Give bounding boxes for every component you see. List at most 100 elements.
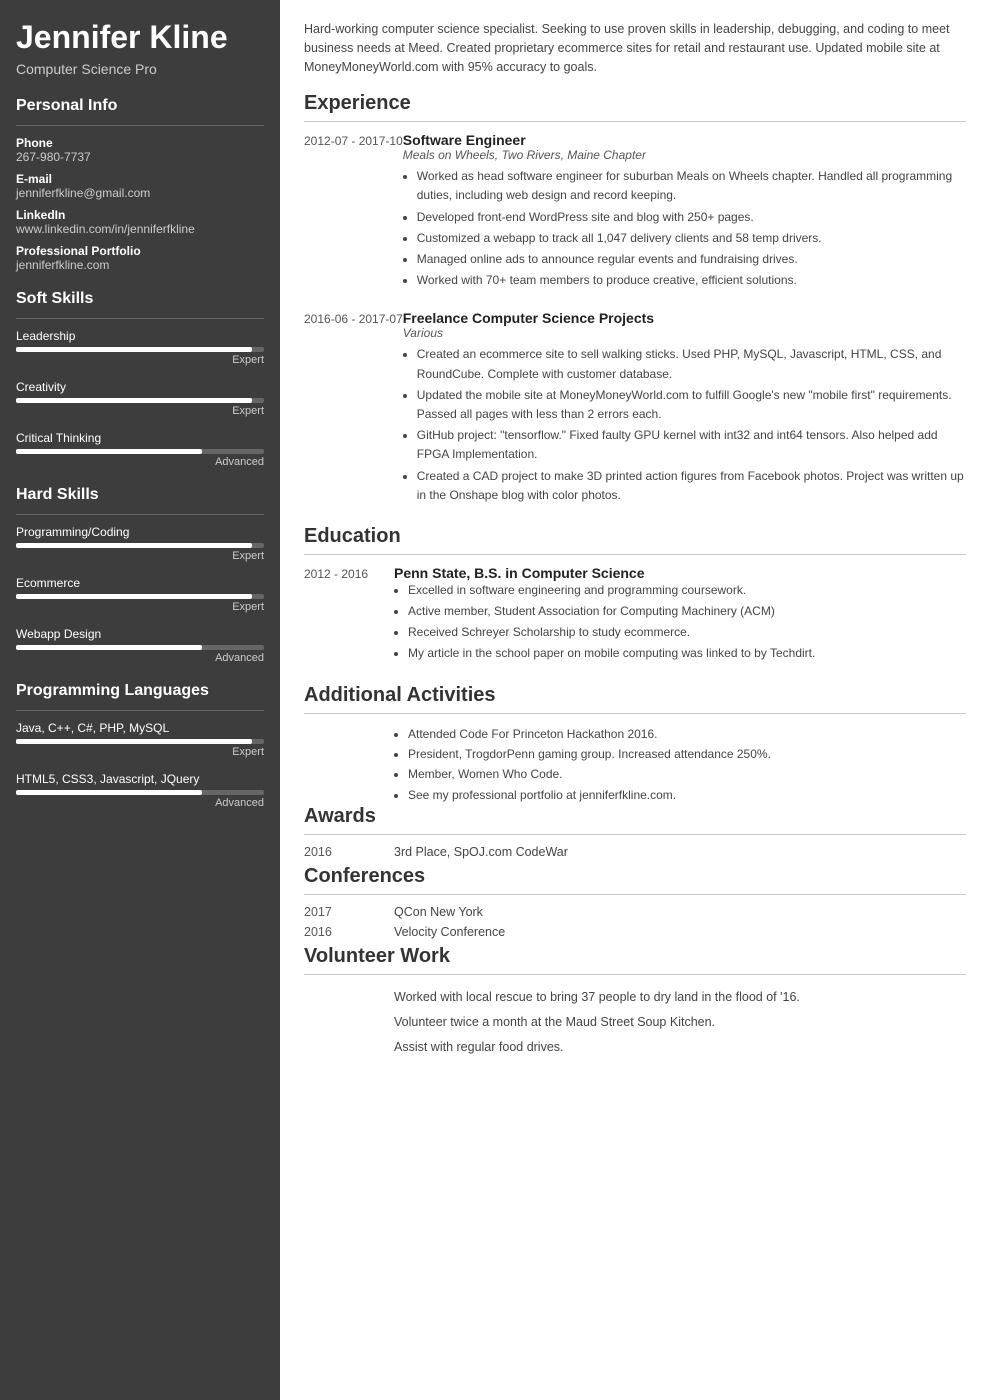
volunteer-text: Worked with local rescue to bring 37 peo… — [394, 985, 966, 1060]
skill-item: Creativity Expert — [16, 380, 264, 417]
skill-level: Expert — [16, 601, 264, 613]
skill-name: Java, C++, C#, PHP, MySQL — [16, 721, 264, 735]
bullet-item: Created a CAD project to make 3D printed… — [417, 467, 966, 505]
awards-title: Awards — [304, 805, 966, 828]
candidate-title: Computer Science Pro — [16, 61, 264, 77]
skill-item: Critical Thinking Advanced — [16, 431, 264, 468]
portfolio-label: Professional Portfolio — [16, 244, 264, 258]
entry-body: Freelance Computer Science Projects Vari… — [403, 310, 966, 507]
awards-divider — [304, 834, 966, 835]
awards-container: 2016 3rd Place, SpOJ.com CodeWar — [304, 845, 966, 859]
experience-entry: 2012-07 - 2017-10 Software Engineer Meal… — [304, 132, 966, 292]
entry-school: Penn State, B.S. in Computer Science — [394, 565, 966, 581]
bullet-item: Worked with 70+ team members to produce … — [417, 271, 966, 290]
soft-skills-title: Soft Skills — [16, 290, 264, 308]
skill-bar-bg — [16, 449, 264, 454]
entry-job-title: Software Engineer — [403, 132, 966, 148]
entry-bullets: Created an ecommerce site to sell walkin… — [403, 345, 966, 505]
skill-name: Programming/Coding — [16, 525, 264, 539]
conferences-container: 2017 QCon New York 2016 Velocity Confere… — [304, 905, 966, 939]
skill-bar-bg — [16, 790, 264, 795]
volunteer-container: Worked with local rescue to bring 37 peo… — [304, 985, 966, 1060]
entry-bullets: Excelled in software engineering and pro… — [394, 581, 966, 664]
entry-date: 2016-06 - 2017-07 — [304, 310, 403, 507]
email-label: E-mail — [16, 172, 264, 186]
entry-bullets: Worked as head software engineer for sub… — [403, 167, 966, 290]
prog-lang-divider — [16, 710, 264, 711]
volunteer-line: Worked with local rescue to bring 37 peo… — [394, 985, 966, 1010]
experience-container: 2012-07 - 2017-10 Software Engineer Meal… — [304, 132, 966, 507]
additional-divider — [304, 713, 966, 714]
additional-bullets: Attended Code For Princeton Hackathon 20… — [394, 724, 966, 806]
additional-bullet: President, TrogdorPenn gaming group. Inc… — [408, 744, 966, 764]
additional-bullet: Attended Code For Princeton Hackathon 20… — [408, 724, 966, 744]
bullet-item: My article in the school paper on mobile… — [408, 644, 966, 663]
summary-text: Hard-working computer science specialist… — [304, 20, 966, 76]
skill-item: Webapp Design Advanced — [16, 627, 264, 664]
entry-body: Penn State, B.S. in Computer Science Exc… — [394, 565, 966, 666]
bullet-item: Received Schreyer Scholarship to study e… — [408, 623, 966, 642]
skill-level: Advanced — [16, 652, 264, 664]
hard-skills-container: Programming/Coding Expert Ecommerce Expe… — [16, 525, 264, 664]
skill-bar-bg — [16, 398, 264, 403]
email-value: jenniferfkline@gmail.com — [16, 186, 264, 200]
skill-name: HTML5, CSS3, Javascript, JQuery — [16, 772, 264, 786]
skill-level: Expert — [16, 354, 264, 366]
skill-item: HTML5, CSS3, Javascript, JQuery Advanced — [16, 772, 264, 809]
conf-date: 2017 — [304, 905, 394, 919]
skill-bar-fill — [16, 347, 252, 352]
volunteer-line: Volunteer twice a month at the Maud Stre… — [394, 1010, 966, 1035]
experience-title: Experience — [304, 92, 966, 115]
linkedin-label: LinkedIn — [16, 208, 264, 222]
conferences-divider — [304, 894, 966, 895]
skill-bar-fill — [16, 790, 202, 795]
skill-bar-fill — [16, 449, 202, 454]
conference-entry: 2016 Velocity Conference — [304, 925, 966, 939]
bullet-item: Customized a webapp to track all 1,047 d… — [417, 229, 966, 248]
skill-item: Programming/Coding Expert — [16, 525, 264, 562]
phone-label: Phone — [16, 136, 264, 150]
skill-level: Expert — [16, 405, 264, 417]
hard-skills-title: Hard Skills — [16, 486, 264, 504]
conf-text: QCon New York — [394, 905, 966, 919]
sidebar: Jennifer Kline Computer Science Pro Pers… — [0, 0, 280, 1400]
skill-name: Critical Thinking — [16, 431, 264, 445]
bullet-item: GitHub project: "tensorflow." Fixed faul… — [417, 426, 966, 464]
award-date: 2016 — [304, 845, 394, 859]
skill-bar-fill — [16, 398, 252, 403]
skill-bar-bg — [16, 347, 264, 352]
bullet-item: Created an ecommerce site to sell walkin… — [417, 345, 966, 383]
skill-bar-bg — [16, 543, 264, 548]
bullet-item: Updated the mobile site at MoneyMoneyWor… — [417, 386, 966, 424]
skill-level: Advanced — [16, 456, 264, 468]
conf-date: 2016 — [304, 925, 394, 939]
skill-name: Leadership — [16, 329, 264, 343]
experience-entry: 2016-06 - 2017-07 Freelance Computer Sci… — [304, 310, 966, 507]
resume-wrapper: Jennifer Kline Computer Science Pro Pers… — [0, 0, 990, 1400]
soft-skills-divider — [16, 318, 264, 319]
skill-item: Ecommerce Expert — [16, 576, 264, 613]
prog-lang-title: Programming Languages — [16, 682, 264, 700]
hard-skills-divider — [16, 514, 264, 515]
skill-name: Webapp Design — [16, 627, 264, 641]
skill-name: Ecommerce — [16, 576, 264, 590]
bullet-item: Worked as head software engineer for sub… — [417, 167, 966, 205]
experience-divider — [304, 121, 966, 122]
skill-bar-bg — [16, 645, 264, 650]
skill-item: Leadership Expert — [16, 329, 264, 366]
entry-date: 2012 - 2016 — [304, 565, 394, 666]
skill-item: Java, C++, C#, PHP, MySQL Expert — [16, 721, 264, 758]
portfolio-value: jenniferfkline.com — [16, 258, 264, 272]
additional-title: Additional Activities — [304, 684, 966, 707]
entry-date: 2012-07 - 2017-10 — [304, 132, 403, 292]
education-divider — [304, 554, 966, 555]
skill-level: Advanced — [16, 797, 264, 809]
personal-info-title: Personal Info — [16, 97, 264, 115]
personal-info-divider — [16, 125, 264, 126]
education-entry: 2012 - 2016 Penn State, B.S. in Computer… — [304, 565, 966, 666]
skill-level: Expert — [16, 746, 264, 758]
conferences-title: Conferences — [304, 865, 966, 888]
conf-text: Velocity Conference — [394, 925, 966, 939]
entry-company: Various — [403, 326, 966, 340]
candidate-name: Jennifer Kline — [16, 20, 264, 55]
